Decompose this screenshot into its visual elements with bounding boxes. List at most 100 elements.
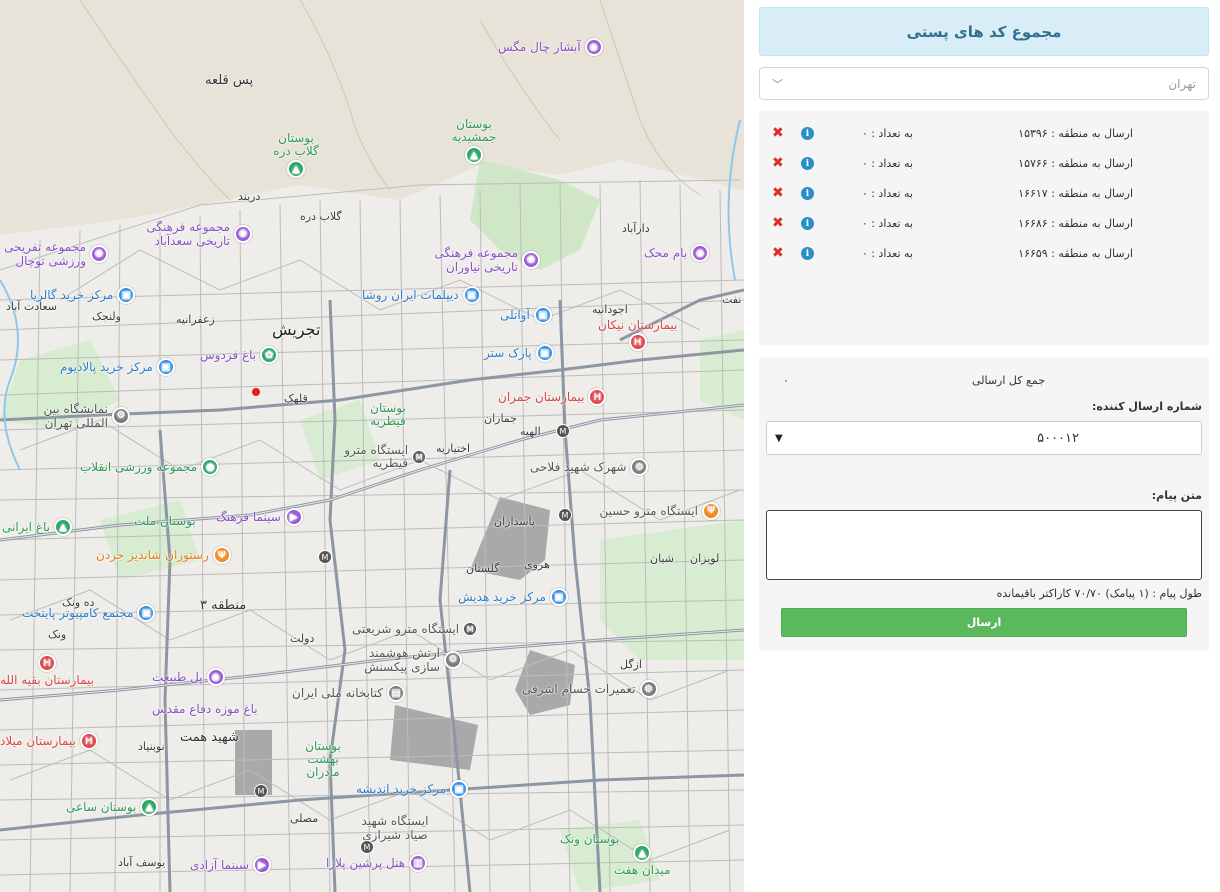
poi-bagh-ferdows[interactable]: ✿ باغ فردوس — [200, 346, 279, 364]
metro-icon[interactable]: M — [254, 784, 268, 798]
zone-count-label: به تعداد : ۰ — [861, 187, 913, 200]
area-label: پاسداران — [494, 515, 535, 528]
delete-icon[interactable]: ✖ — [772, 185, 784, 201]
shopping-icon: ▣ — [549, 588, 568, 606]
area-label: دربند — [238, 190, 261, 203]
poi-nikan-hospital[interactable]: بیمارستان نیکان H — [598, 318, 677, 351]
shopping-icon: ▣ — [533, 306, 552, 324]
map-view[interactable]: ◉ آبشار چال مگس پس قلعه بوستان جمشیدیه ▲ ب… — [0, 0, 744, 892]
tree-icon: ▲ — [287, 160, 305, 178]
poi-niavaran[interactable]: ◉ مجموعه فرهنگی تاریخی نیاوران — [412, 246, 540, 274]
location-marker[interactable] — [252, 388, 260, 396]
poi-andisheh-mall[interactable]: ▣ مرکز خرید اندیشه — [356, 780, 469, 798]
total-label: جمع کل ارسالی — [971, 374, 1045, 387]
area-label: ازگل — [620, 658, 642, 671]
poi-gheytarieh-park[interactable]: بوستان قیطریه — [362, 402, 414, 428]
poi-tochal[interactable]: ◉ مجموعه تفریحی ورزشی توچال — [0, 240, 108, 268]
metro-icon: M — [463, 622, 478, 636]
film-icon: ▶ — [252, 856, 271, 874]
shopping-icon: ▣ — [117, 286, 136, 304]
poi-jamshidieh-park[interactable]: بوستان جمشیدیه ▲ — [446, 118, 502, 164]
park-icon: ✿ — [260, 346, 279, 364]
area-label: قلهک — [284, 392, 308, 405]
tree-icon: ▲ — [465, 146, 483, 164]
poi-avatli[interactable]: ▣ آواتلی — [500, 306, 552, 324]
panel-title: مجموع کد های پستی — [759, 7, 1209, 56]
poi-persian-plaza[interactable]: ▥ هتل پرشین پلازا — [326, 854, 428, 872]
poi-tabiat-bridge[interactable]: ◉ پل طبیعت — [152, 668, 225, 686]
poi-haft-square[interactable]: ▲ میدان هفت — [614, 844, 671, 877]
area-label: ولنجک — [92, 310, 121, 323]
info-icon[interactable]: i — [801, 187, 814, 200]
info-icon[interactable]: i — [801, 247, 814, 260]
poi-milad-hospital[interactable]: H بیمارستان میلاد — [0, 732, 98, 750]
info-icon[interactable]: i — [801, 217, 814, 230]
poi-sayad-shirazi[interactable]: ایستگاه شهید صیاد شیرازی — [350, 814, 440, 842]
poi-farhang-cinema[interactable]: ▶ سینما فرهنگ — [216, 508, 303, 526]
poi-gheytarieh-metro[interactable]: M ایستگاه مترو قیطریه — [306, 444, 426, 470]
poi-palladium[interactable]: ▣ مرکز خرید پالادیوم — [60, 358, 175, 376]
poi-shariati-metro[interactable]: M ایستگاه مترو شریعتی — [352, 622, 478, 636]
tree-icon: ▲ — [633, 844, 652, 862]
sender-select[interactable]: ۵۰۰۰۱۲ ▼ — [766, 421, 1202, 455]
delete-icon[interactable]: ✖ — [772, 155, 784, 171]
total-value: ۰ — [783, 374, 789, 387]
sender-label: شماره ارسال کننده: — [1091, 400, 1202, 413]
info-icon[interactable]: i — [801, 127, 814, 140]
poi-hedish-mall[interactable]: ▣ مرکز خرید هدیش — [458, 588, 568, 606]
hospital-icon: H — [79, 732, 98, 750]
poi-national-library[interactable]: ▤ کتابخانه ملی ایران — [292, 684, 405, 702]
area-label: ده ونک — [62, 596, 95, 609]
shopping-icon: ▣ — [462, 286, 481, 304]
poi-pixnesh[interactable]: ⚙ ارتش هوشمند سازی پیکسنش — [346, 646, 462, 674]
poi-mellat-park[interactable]: بوستان ملت — [134, 514, 196, 528]
poi-jamaran-hospital[interactable]: H بیمارستان جمران — [498, 388, 607, 406]
poi-vanak-park[interactable]: بوستان ونک — [560, 832, 619, 846]
zone-row: ارسال به منطقه : ۱۶۶۸۶ به تعداد : ۰ i ✖ — [759, 214, 1209, 234]
send-button[interactable]: ارسال — [781, 608, 1187, 637]
area-label: یوسف آباد — [118, 856, 166, 869]
poi-golab-dare-park[interactable]: بوستان گلاب دره ▲ — [268, 132, 324, 178]
poi-falahi-town[interactable]: ⚙ شهرک شهید فلاحی — [530, 458, 649, 476]
hotel-icon: ▥ — [409, 854, 428, 872]
shopping-icon: ▣ — [450, 780, 469, 798]
metro-icon[interactable]: M — [318, 550, 332, 564]
gear-icon: ⚙ — [444, 651, 462, 669]
zone-count-label: به تعداد : ۰ — [861, 217, 913, 230]
poi-saadabad[interactable]: ◉ مجموعه فرهنگی تاریخی سعدآباد — [128, 220, 252, 248]
metro-icon[interactable]: M — [360, 840, 374, 854]
tree-icon: ▲ — [53, 518, 72, 536]
poi-defa-moghadas[interactable]: باغ موزه دفاع مقدس — [152, 702, 258, 716]
poi-baghiatallah-hospital[interactable]: H بیمارستان بقیه الله — [0, 654, 94, 687]
info-icon[interactable]: i — [801, 157, 814, 170]
poi-behesht-madaran[interactable]: بوستان بهشت مادران — [292, 740, 354, 779]
poi-hossein-metro[interactable]: Ψ ایستگاه مترو حسین — [560, 494, 720, 528]
camera-icon: ◉ — [206, 668, 225, 686]
poi-enghelab-sport[interactable]: ● مجموعه ورزشی انقلاب — [80, 458, 220, 476]
book-icon: ▤ — [386, 684, 405, 702]
delete-icon[interactable]: ✖ — [772, 245, 784, 261]
delete-icon[interactable]: ✖ — [772, 125, 784, 141]
area-label: نوبنیاد — [138, 740, 165, 753]
poi-diplomat-rosha[interactable]: ▣ دیپلمات ایران روشا — [362, 286, 481, 304]
metro-icon[interactable]: M — [556, 424, 570, 438]
poi-bam-mahak[interactable]: ◉ بام محک — [644, 244, 710, 262]
poi-bagh-irani[interactable]: ▲ باغ ایرانی — [2, 518, 72, 536]
poi-shandiz-restaurant[interactable]: Ψ رستوران شاندیز جردن — [96, 546, 231, 564]
gear-icon: ⚙ — [630, 458, 649, 476]
area-label: دارآباد — [622, 222, 650, 235]
poi-chal-magas[interactable]: ◉ آبشار چال مگس — [498, 38, 603, 56]
area-label: نفت — [722, 293, 742, 306]
delete-icon[interactable]: ✖ — [772, 215, 784, 231]
poi-hesam-ashrafi[interactable]: ⚙ تعمیرات حسام اشرفی — [522, 680, 658, 698]
shopping-icon: ▣ — [156, 358, 175, 376]
message-textarea[interactable] — [766, 510, 1202, 580]
city-select[interactable]: تهران ﹀ — [759, 67, 1209, 100]
poi-expo[interactable]: ⚙ نمایشگاه بین المللی تهران — [8, 402, 130, 430]
zone-row: ارسال به منطقه : ۱۶۶۵۹ به تعداد : ۰ i ✖ — [759, 244, 1209, 264]
metro-icon[interactable]: M — [558, 508, 572, 522]
poi-saei-park[interactable]: ▲ بوستان ساعی — [66, 798, 159, 816]
poi-azadi-cinema[interactable]: ▶ سینما آزادی — [190, 856, 271, 874]
poi-park-setar[interactable]: ▣ پارک ستر — [484, 344, 554, 362]
map-label-tajrish: تجریش — [272, 320, 321, 339]
